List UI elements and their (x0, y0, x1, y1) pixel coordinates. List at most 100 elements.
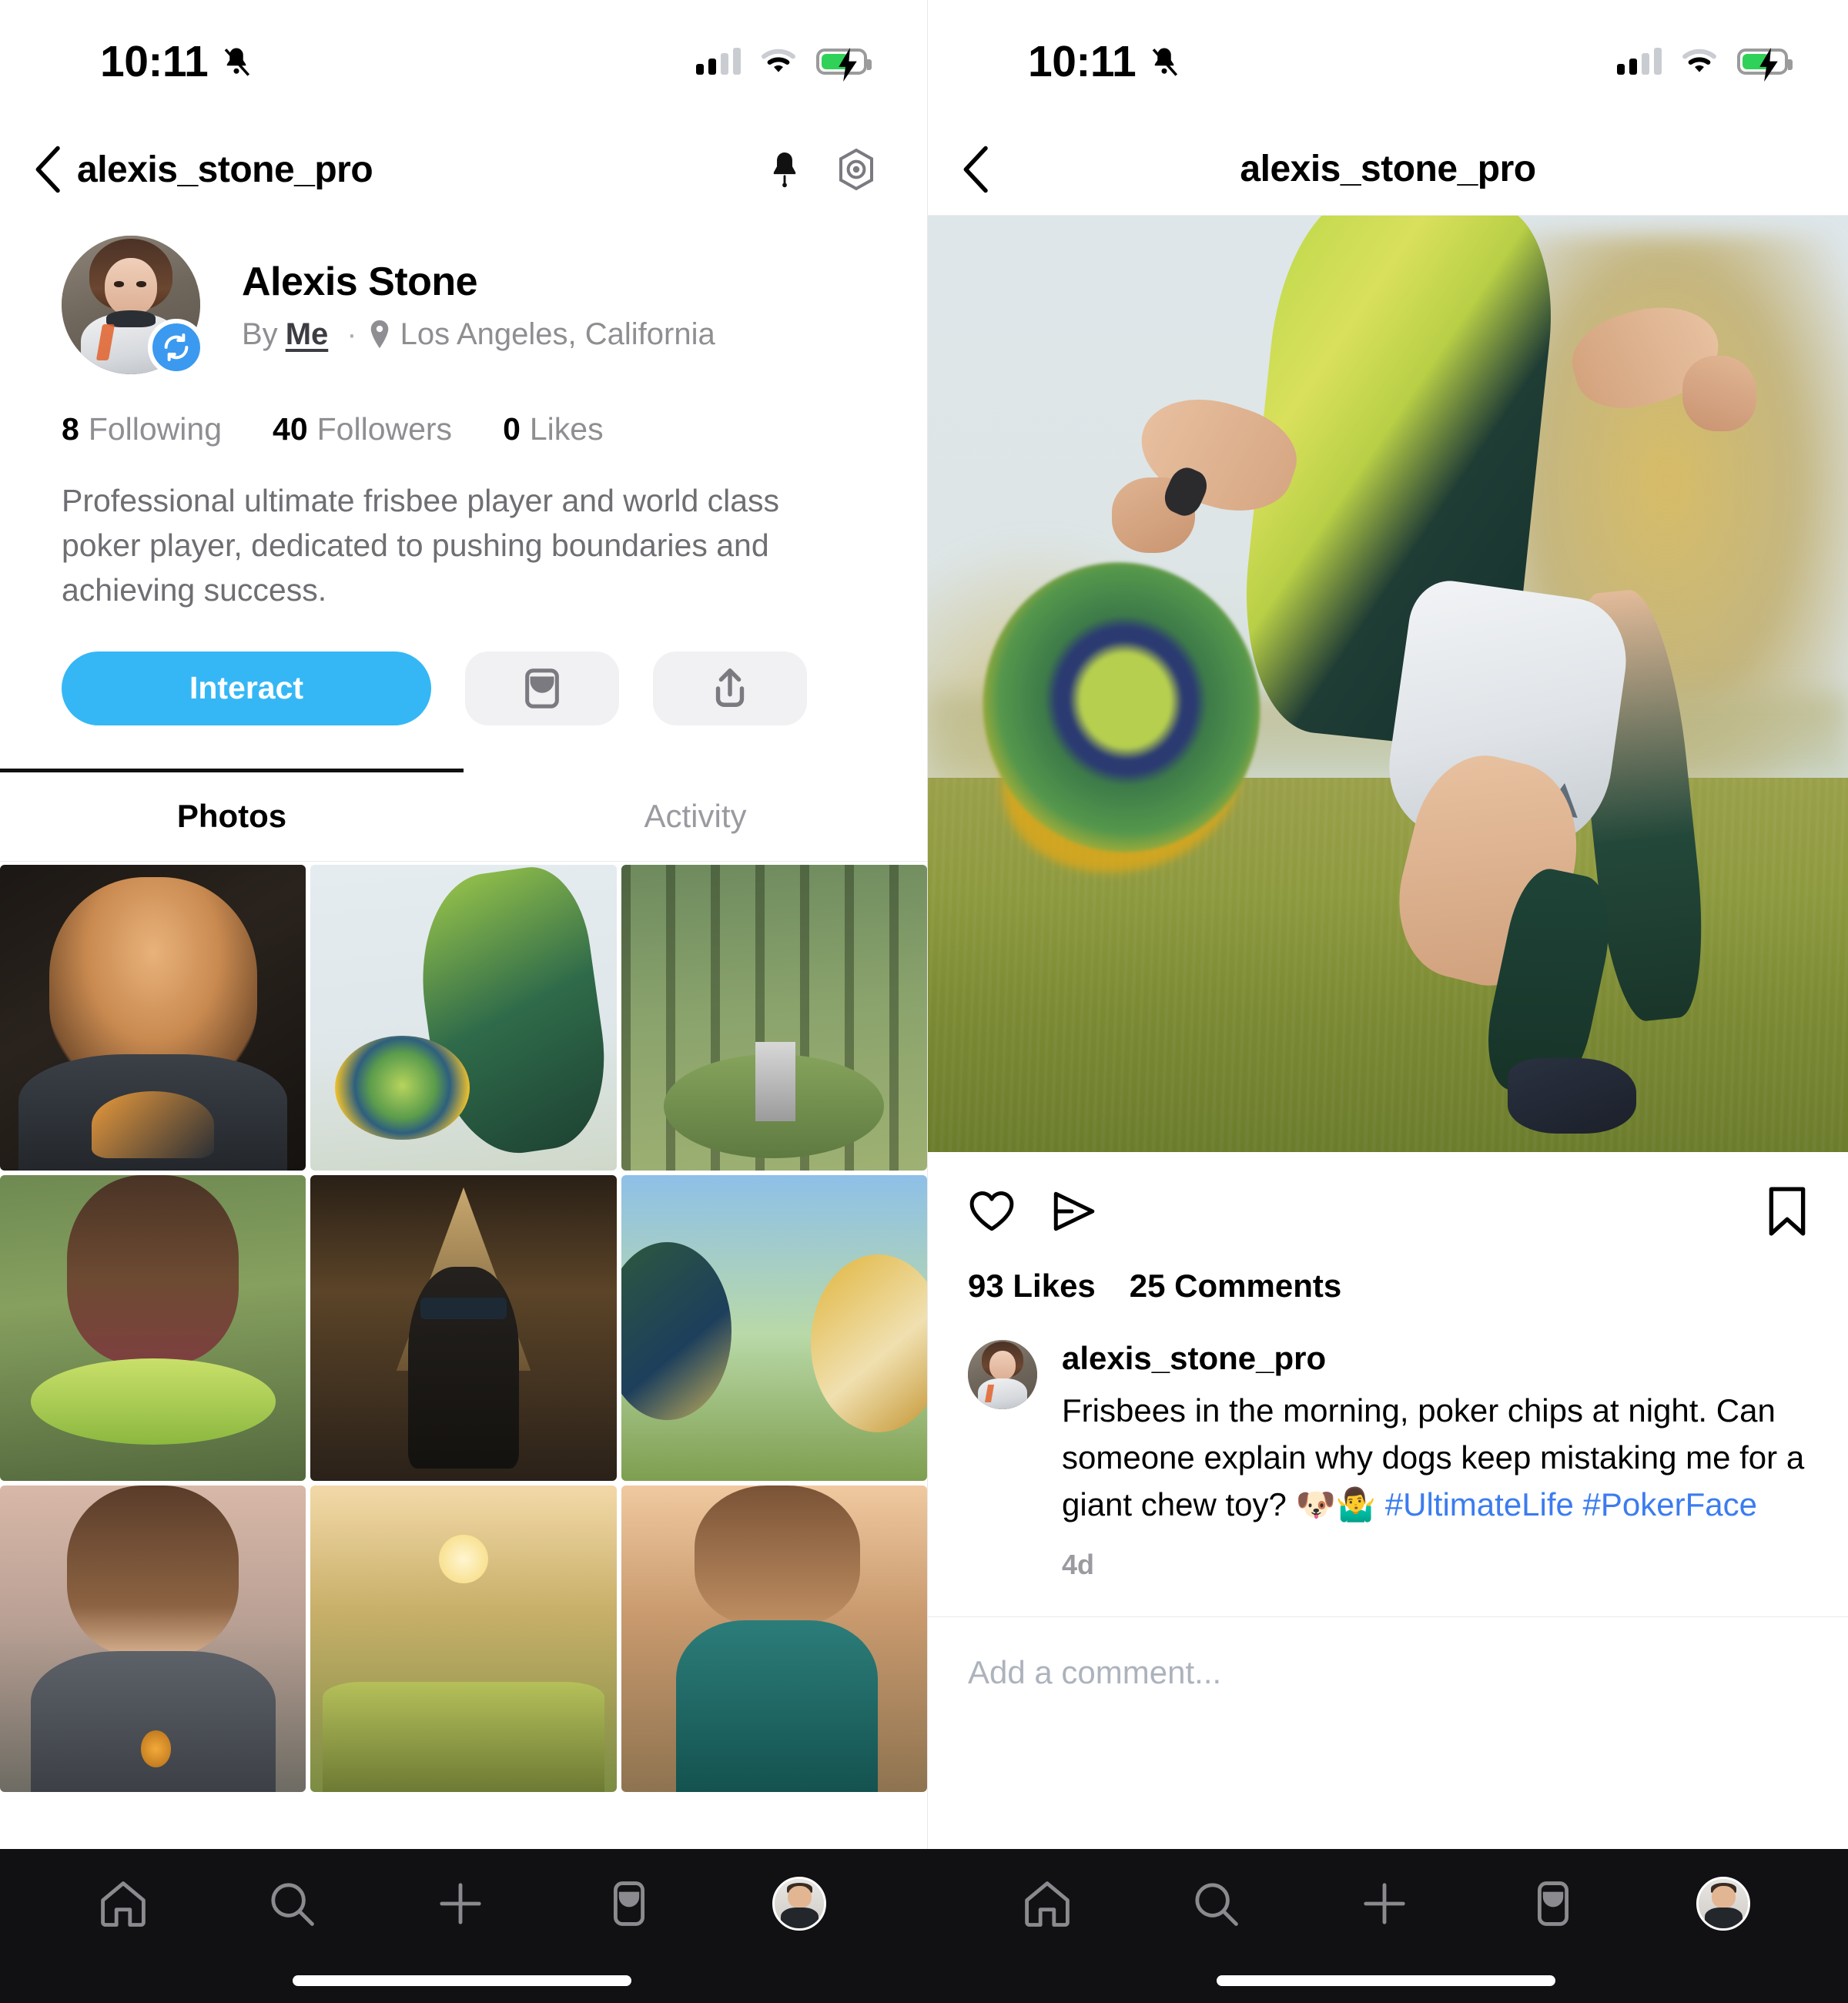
profile-section: Alexis Stone By Me · Los Angeles, Califo… (0, 216, 927, 725)
sync-refresh-icon[interactable] (148, 319, 205, 376)
home-indicator-left (293, 1975, 631, 1986)
page-title: alexis_stone_pro (77, 149, 373, 190)
grid-photo-frisbee-throw-action[interactable] (310, 864, 617, 1171)
stat-following[interactable]: 8 Following (62, 411, 222, 447)
post-image[interactable] (928, 216, 1848, 1152)
search-icon[interactable] (266, 1878, 317, 1929)
profile-display-name: Alexis Stone (242, 259, 478, 304)
caption-hashtags[interactable]: #UltimateLife #PokerFace (1385, 1486, 1757, 1522)
home-icon[interactable] (1022, 1878, 1073, 1929)
location-pin-icon (370, 320, 388, 349)
battery-charging-icon (1737, 48, 1793, 82)
profile-tabs: Photos Activity (0, 768, 927, 862)
add-comment-input[interactable]: Add a comment... (928, 1617, 1848, 1728)
wifi-icon (1682, 49, 1716, 72)
cellular-signal-icon (1617, 48, 1662, 75)
plus-icon[interactable] (1359, 1878, 1410, 1929)
status-bar-left: 10:11 (0, 0, 927, 123)
home-indicators (0, 1958, 1848, 2003)
home-icon[interactable] (98, 1878, 149, 1929)
post-counts: 93 Likes 25 Comments (928, 1237, 1848, 1305)
stat-value: 8 (62, 411, 79, 447)
wifi-icon (762, 49, 795, 72)
post-action-left (968, 1189, 1097, 1234)
back-chevron-icon[interactable] (32, 145, 66, 194)
share-button[interactable] (653, 651, 807, 725)
grid-photo-sunset-poker-players[interactable] (310, 1486, 617, 1792)
caption-timestamp: 4d (1062, 1548, 1095, 1580)
profile-meta: By Me · Los Angeles, California (242, 317, 865, 352)
grid-photo-hooded-sunglasses-portrait[interactable] (310, 1175, 617, 1482)
tab-bar-left (0, 1849, 924, 1958)
profile-header-row: Alexis Stone By Me · Los Angeles, Califo… (62, 236, 865, 376)
bottom-tab-bar (0, 1849, 1848, 2003)
share-upload-icon (715, 668, 745, 707)
photo-grid (0, 864, 927, 1792)
grid-photo-athlete-portrait-dark[interactable] (0, 864, 306, 1171)
right-nav-bar: alexis_stone_pro (928, 123, 1848, 216)
stat-label: Followers (316, 411, 453, 447)
profile-stats: 8 Following 40 Followers 0 Likes (62, 411, 865, 447)
by-value-link[interactable]: Me (286, 317, 329, 352)
search-icon[interactable] (1190, 1878, 1241, 1929)
profile-avatar-icon[interactable] (1696, 1877, 1751, 1931)
grid-photo-giant-poker-chips-field[interactable] (621, 1175, 927, 1482)
left-nav-actions (767, 148, 895, 191)
stat-followers[interactable]: 40 Followers (273, 411, 452, 447)
caption-avatar[interactable] (968, 1340, 1037, 1409)
profile-pane: 10:11 alexis_stone_pro Alexis Stone By M… (0, 0, 927, 2003)
profile-actions: Interact (62, 651, 865, 725)
message-envelope-icon (525, 668, 559, 708)
inbox-message-icon[interactable] (604, 1878, 654, 1929)
post-caption-block: alexis_stone_pro Frisbees in the morning… (928, 1305, 1848, 1581)
cellular-signal-icon (696, 48, 741, 75)
by-label: By (242, 317, 278, 351)
grid-photo-forest-poker-table[interactable] (621, 864, 927, 1171)
status-bar-left-group: 10:11 (100, 36, 253, 87)
message-button[interactable] (465, 651, 619, 725)
status-bar-right-group (1617, 48, 1793, 82)
tab-activity[interactable]: Activity (464, 769, 927, 861)
paper-plane-icon[interactable] (1050, 1189, 1097, 1234)
grid-photo-frisbee-hold-park[interactable] (0, 1175, 306, 1482)
profile-avatar-icon[interactable] (772, 1877, 827, 1931)
status-bar-right-group (696, 48, 872, 82)
hexagon-target-icon[interactable] (836, 148, 876, 191)
heart-icon[interactable] (968, 1189, 1016, 1234)
caption-body: alexis_stone_pro Frisbees in the morning… (1062, 1340, 1808, 1581)
post-detail-pane: 10:11 alexis_stone_pro 93 Likes 25 Comme… (927, 0, 1848, 2003)
comments-count[interactable]: 25 Comments (1130, 1268, 1341, 1305)
caption-text: Frisbees in the morning, poker chips at … (1062, 1388, 1808, 1529)
home-indicator-right (1217, 1975, 1555, 1986)
grid-photo-medal-portrait-dusk[interactable] (0, 1486, 306, 1792)
profile-location: Los Angeles, California (400, 317, 715, 351)
meta-separator: · (346, 317, 357, 351)
post-action-bar (928, 1152, 1848, 1237)
tab-active-indicator (0, 768, 464, 772)
bookmark-icon[interactable] (1766, 1186, 1808, 1237)
profile-bio: Professional ultimate frisbee player and… (62, 483, 780, 608)
stat-label: Following (88, 411, 223, 447)
avatar-wrap[interactable] (62, 236, 205, 376)
stat-label: Likes (529, 411, 604, 447)
back-chevron-icon[interactable] (960, 145, 994, 194)
app-screen: 10:11 alexis_stone_pro Alexis Stone By M… (0, 0, 1848, 2003)
status-bar-right: 10:11 (928, 0, 1848, 123)
likes-count[interactable]: 93 Likes (968, 1268, 1096, 1305)
tab-bar-right (924, 1849, 1848, 1958)
status-bar-left-group: 10:11 (1028, 36, 1180, 87)
stat-value: 0 (503, 411, 521, 447)
tab-photos[interactable]: Photos (0, 769, 464, 861)
plus-icon[interactable] (435, 1878, 486, 1929)
profile-info: Alexis Stone By Me · Los Angeles, Califo… (242, 259, 865, 352)
bell-mute-icon (220, 45, 253, 79)
status-bar-time: 10:11 (1028, 37, 1137, 86)
inbox-message-icon[interactable] (1528, 1878, 1578, 1929)
grid-photo-athlete-stretch-sunset[interactable] (621, 1486, 927, 1792)
stat-likes[interactable]: 0 Likes (503, 411, 604, 447)
bell-icon[interactable] (767, 150, 802, 189)
caption-author[interactable]: alexis_stone_pro (1062, 1340, 1808, 1377)
interact-button[interactable]: Interact (62, 651, 431, 725)
bell-mute-icon (1148, 45, 1180, 79)
stat-value: 40 (273, 411, 308, 447)
